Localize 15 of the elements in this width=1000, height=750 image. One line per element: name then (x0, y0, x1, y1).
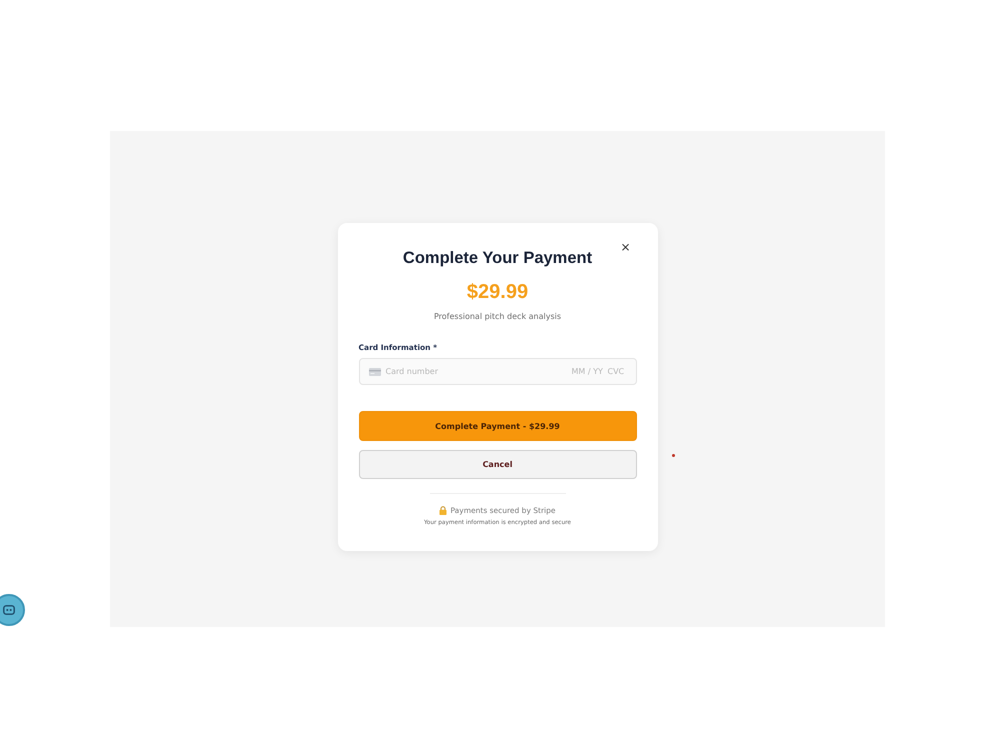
dialog-title: Complete Your Payment (402, 248, 592, 268)
card-number-input[interactable]: Card number (386, 366, 572, 377)
expiry-input[interactable]: MM / YY (572, 366, 608, 377)
chat-face-icon (3, 605, 15, 615)
pay-button[interactable]: Complete Payment - $29.99 (358, 411, 636, 441)
cvc-input[interactable]: CVC (608, 366, 626, 377)
price-amount: $29.99 (466, 280, 528, 304)
card-field[interactable]: Card number MM / YY CVC (358, 358, 636, 385)
product-description: Professional pitch deck analysis (434, 311, 562, 323)
credit-card-icon (368, 368, 380, 376)
lock-icon (439, 506, 448, 515)
chat-button[interactable] (0, 594, 25, 626)
dot-icon (672, 454, 675, 457)
cancel-button[interactable]: Cancel (358, 450, 636, 479)
close-button[interactable]: × (618, 241, 632, 253)
